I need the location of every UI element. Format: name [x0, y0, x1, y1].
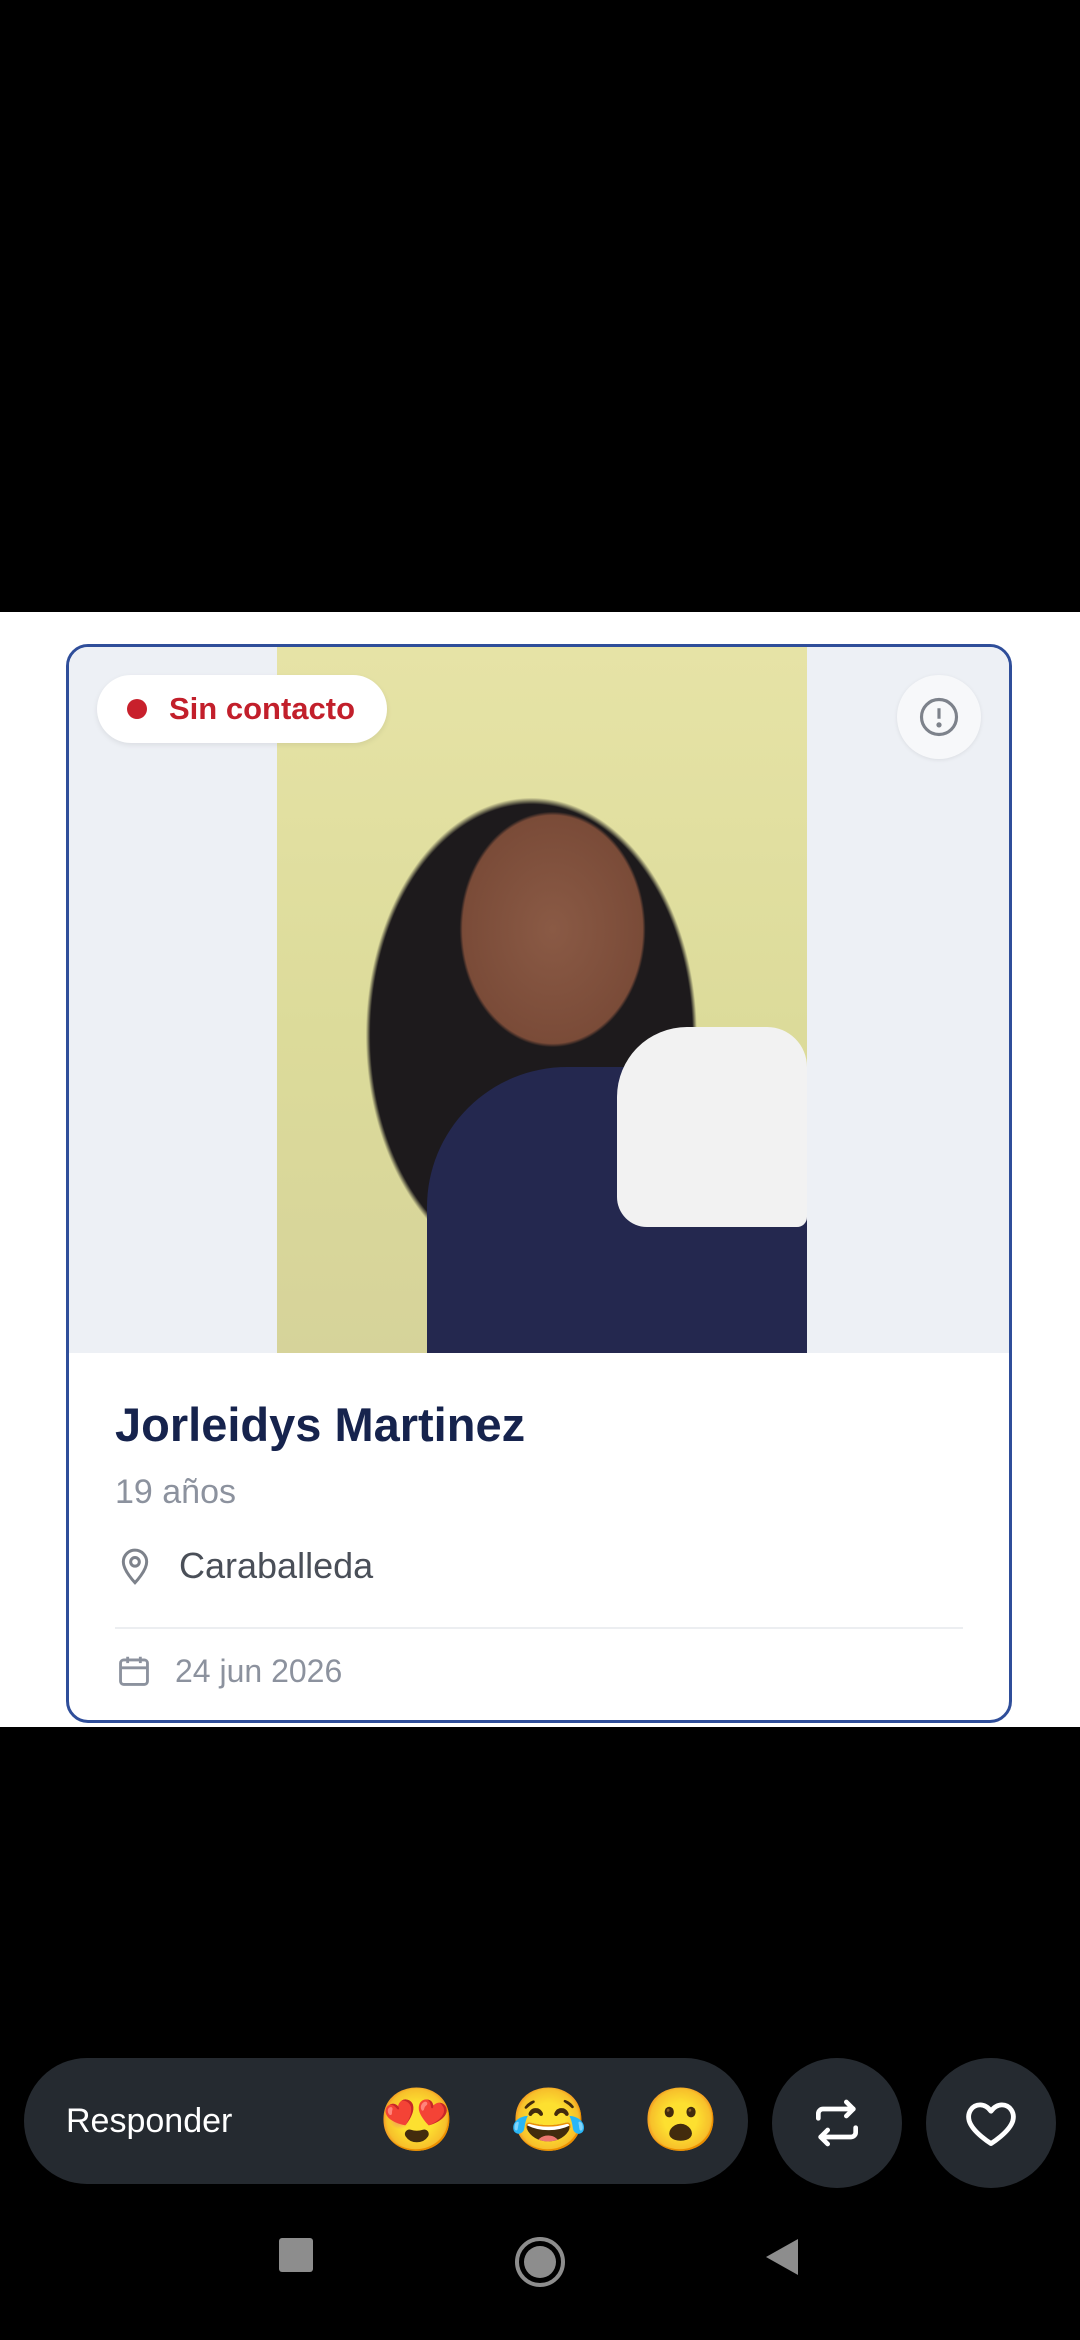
- person-age: 19 años: [115, 1473, 236, 1511]
- location-row: Caraballeda: [115, 1536, 373, 1596]
- nav-home-button[interactable]: [513, 2235, 567, 2289]
- map-pin-icon: [121, 1548, 149, 1585]
- info-button[interactable]: [897, 675, 981, 759]
- card-details: Jorleidys Martinez 19 años Caraballeda 2…: [69, 1353, 1009, 1720]
- status-badge-label: Sin contacto: [169, 691, 356, 726]
- heart-icon: [966, 2102, 1016, 2146]
- nav-recents-button[interactable]: [276, 2235, 316, 2275]
- status-badge: Sin contacto: [97, 675, 388, 743]
- reply-bar[interactable]: Responder 😍 😂 😮: [24, 2058, 748, 2184]
- circle-icon: [515, 2237, 565, 2287]
- date-text: 24 jun 2026: [175, 1652, 343, 1689]
- status-dot-icon: [127, 699, 147, 719]
- shared-story-image: Sin contacto Jorleidys Martinez 19 años …: [0, 612, 1080, 1727]
- date-row: 24 jun 2026: [115, 1645, 342, 1697]
- reply-input[interactable]: Responder: [66, 2058, 232, 2184]
- person-name: Jorleidys Martinez: [115, 1398, 526, 1451]
- missing-person-card: Sin contacto Jorleidys Martinez 19 años …: [66, 644, 1012, 1723]
- emoji-surprised[interactable]: 😮: [642, 2084, 719, 2158]
- photo-area: Sin contacto: [69, 647, 1009, 1353]
- repost-icon: [816, 2099, 858, 2147]
- calendar-icon: [119, 1656, 149, 1686]
- divider: [115, 1627, 963, 1629]
- triangle-back-icon: [766, 2239, 798, 2275]
- square-icon: [279, 2238, 313, 2272]
- emoji-tears-of-joy[interactable]: 😂: [510, 2084, 587, 2158]
- like-button[interactable]: [926, 2058, 1056, 2188]
- repost-button[interactable]: [772, 2058, 902, 2188]
- person-photo: [277, 647, 807, 1353]
- emoji-heart-eyes[interactable]: 😍: [378, 2084, 455, 2158]
- alert-circle-icon: [919, 697, 959, 737]
- nav-back-button[interactable]: [762, 2235, 802, 2279]
- location-text: Caraballeda: [179, 1545, 374, 1586]
